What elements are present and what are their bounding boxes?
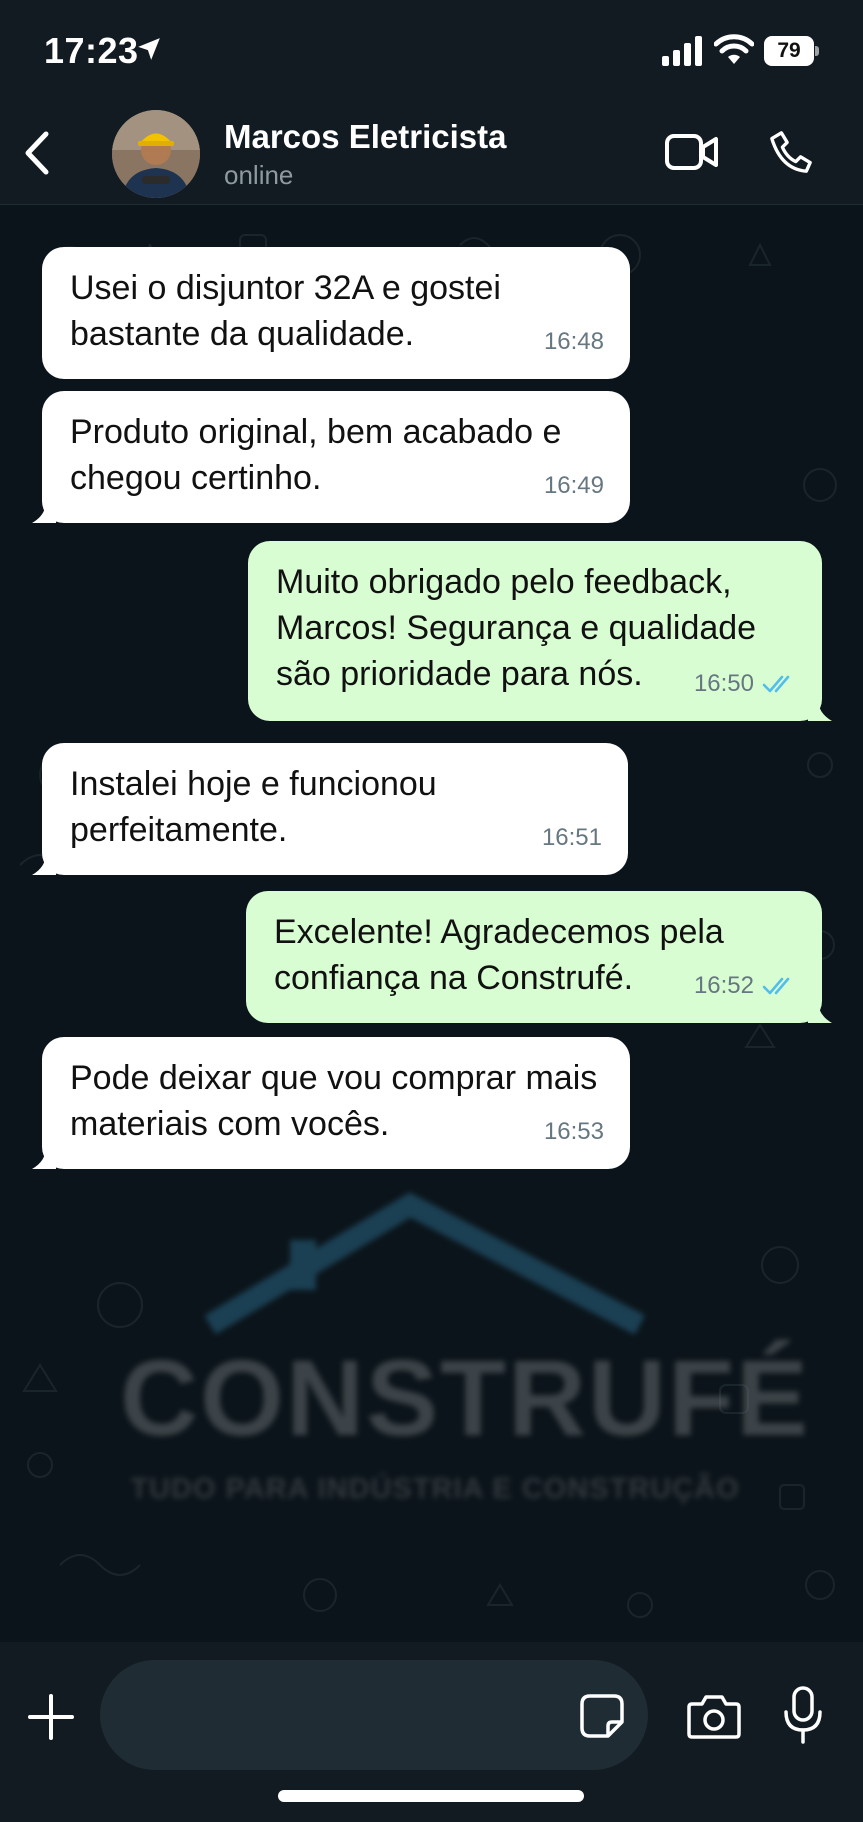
sticker-icon[interactable] — [578, 1692, 626, 1740]
message-time: 16:52 — [693, 972, 754, 999]
watermark-brand: CONSTRUFÉ — [120, 1337, 810, 1458]
phone-icon[interactable] — [768, 128, 814, 176]
message-bubble-outgoing[interactable]: Muito obrigado pelo feedback, Marcos! Se… — [248, 541, 832, 721]
back-icon[interactable] — [18, 128, 58, 178]
bubble-tail — [32, 1147, 56, 1169]
watermark-tagline: TUDO PARA INDÚSTRIA E CONSTRUÇÃO — [130, 1473, 740, 1505]
message-bubble-incoming[interactable]: Pode deixar que vou comprar mais materia… — [32, 1037, 630, 1169]
battery-level: 79 — [777, 39, 801, 62]
bubble-tail — [32, 501, 56, 523]
message-time: 16:48 — [543, 328, 604, 355]
message-bubble-incoming[interactable]: Usei o disjuntor 32A e gostei bastante d… — [42, 247, 630, 379]
chat-header: Marcos Eletricista online — [0, 100, 863, 205]
message-bubble-incoming[interactable]: Produto original, bem acabado e chegou c… — [32, 391, 630, 523]
plus-icon[interactable] — [26, 1692, 76, 1742]
bubble-tail — [32, 853, 56, 875]
status-time: 17:23 — [44, 30, 139, 71]
chat-area: CONSTRUFÉ TUDO PARA INDÚSTRIA E CONSTRUÇ… — [0, 205, 863, 1642]
microphone-icon[interactable] — [782, 1686, 824, 1744]
home-indicator — [278, 1790, 584, 1802]
avatar-image — [112, 110, 200, 198]
bubble-tail — [808, 1001, 832, 1023]
wifi-icon — [714, 34, 754, 64]
brand-watermark: CONSTRUFÉ TUDO PARA INDÚSTRIA E CONSTRUÇ… — [120, 1185, 810, 1545]
message-text: Instalei hoje e funcionou perfeitamente. — [70, 765, 437, 849]
message-text: Produto original, bem acabado e chegou c… — [70, 413, 562, 497]
message-bubble-incoming[interactable]: Instalei hoje e funcionou perfeitamente.… — [32, 743, 628, 875]
contact-name[interactable]: Marcos Eletricista — [224, 118, 506, 156]
status-bar: 17:23 79 — [0, 0, 863, 100]
message-text: Pode deixar que vou comprar mais materia… — [70, 1059, 598, 1143]
message-time: 16:50 — [693, 670, 754, 697]
camera-icon[interactable] — [686, 1692, 742, 1740]
message-input[interactable] — [100, 1660, 648, 1770]
signal-icon — [662, 36, 702, 66]
avatar[interactable] — [112, 110, 200, 198]
battery-indicator: 79 — [764, 36, 820, 66]
bubble-tail — [808, 699, 832, 721]
message-time: 16:53 — [543, 1118, 604, 1145]
message-time: 16:49 — [543, 472, 604, 499]
message-bubble-outgoing[interactable]: Excelente! Agradecemos pela confiança na… — [246, 891, 832, 1023]
contact-status: online — [224, 160, 294, 190]
message-time: 16:51 — [541, 824, 602, 851]
location-arrow-icon — [138, 38, 160, 60]
message-text: Usei o disjuntor 32A e gostei bastante d… — [70, 269, 501, 353]
video-call-icon[interactable] — [664, 130, 720, 174]
message-composer — [0, 1642, 863, 1822]
read-receipt-icon — [762, 977, 790, 995]
read-receipt-icon — [762, 675, 790, 693]
